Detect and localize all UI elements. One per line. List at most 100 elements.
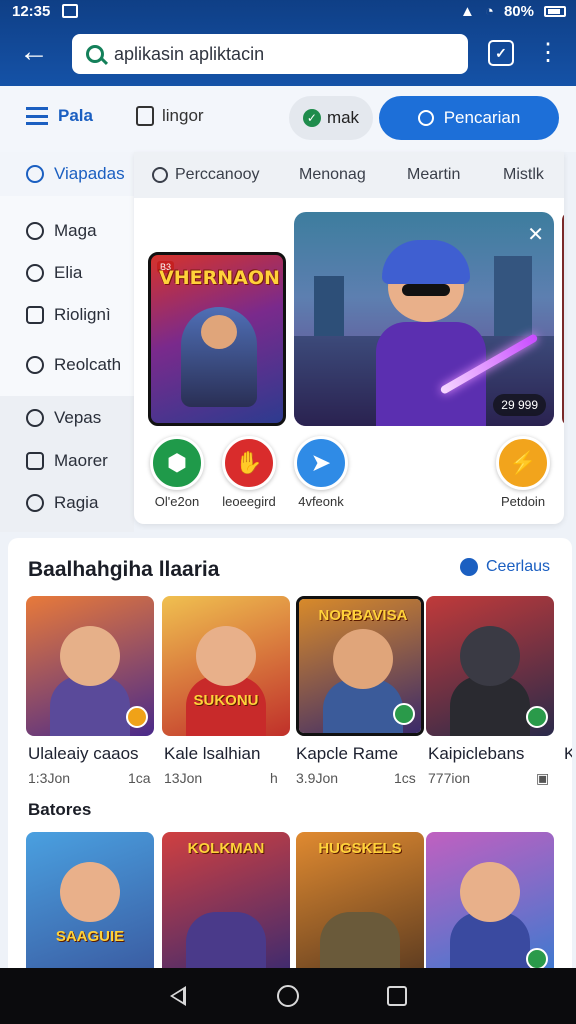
nav-back-icon[interactable]: [170, 986, 186, 1006]
back-arrow-icon[interactable]: ←: [18, 37, 50, 70]
gallery-icon: [62, 4, 78, 18]
calendar-icon: [26, 306, 44, 324]
game-logo: SAAGUIE: [55, 928, 125, 945]
game-title[interactable]: K: [564, 744, 572, 764]
game-logo: VHERNAON: [159, 267, 280, 289]
search-button[interactable]: Pencarian: [379, 96, 559, 140]
hero-face: [201, 315, 237, 349]
see-all-link[interactable]: Ceerlaus: [460, 558, 550, 576]
see-all-label: Ceerlaus: [486, 558, 551, 575]
pala-label: Pala: [58, 106, 93, 125]
game-meta: 1:3Jon: [28, 770, 71, 786]
search-icon: [417, 110, 434, 126]
calendar-check-icon[interactable]: ✓: [488, 40, 514, 66]
character-face-art: [60, 862, 120, 922]
list-icon: [26, 107, 48, 125]
character-face-art: [460, 862, 520, 922]
tab-meartin[interactable]: Meartin: [407, 166, 460, 184]
section-title: Baalhahgiha llaaria: [28, 558, 220, 581]
sunglasses-art: [402, 284, 450, 296]
game-card[interactable]: SAAGUIE: [26, 832, 154, 978]
sidebar-item-reolcath[interactable]: Reolcath: [26, 355, 121, 375]
pala-button[interactable]: Pala: [26, 106, 93, 126]
action-row: Pala lingor ✓ mak Pencarian: [0, 86, 576, 152]
game-card[interactable]: [26, 596, 154, 736]
game-meta: 777ion: [428, 770, 471, 786]
sidebar-item-viapadas[interactable]: Viapadas: [26, 164, 125, 184]
featured-panel: Perccanooy Menonag Meartin Mistlk B3 VHE…: [134, 152, 564, 524]
bolt-icon[interactable]: ⚡: [496, 436, 550, 490]
tag-icon: [152, 167, 168, 183]
quick-app-label: 4vfeonk: [298, 494, 344, 509]
people-icon: [26, 494, 44, 512]
game-card[interactable]: HUGSKELS: [296, 832, 424, 978]
game-meta: 3.9Jon: [296, 770, 339, 786]
tab-label: Perccanooy: [175, 166, 260, 183]
game-title[interactable]: Kale lsalhian: [164, 744, 298, 764]
send-icon[interactable]: ➤: [294, 436, 348, 490]
calendar-icon: ▣: [536, 770, 550, 786]
sidebar-item-label: Ragia: [54, 493, 99, 512]
sidebar-item-label: Maga: [54, 221, 97, 240]
next-banner-peek[interactable]: [562, 212, 564, 426]
tab-bar: Perccanooy Menonag Meartin Mistlk: [134, 152, 564, 198]
game-card[interactable]: SUKONU: [162, 596, 290, 736]
game-meta: 13Jon: [164, 770, 203, 786]
tab-label: Mistlk: [503, 166, 544, 183]
character-face-art: [460, 626, 520, 686]
game-meta: h: [270, 770, 278, 786]
puzzle-icon[interactable]: ⬢: [150, 436, 204, 490]
sub-section-title: Batores: [28, 800, 92, 819]
search-input[interactable]: [114, 43, 434, 65]
mak-chip[interactable]: ✓ mak: [289, 96, 373, 140]
system-nav-bar: [0, 968, 576, 1024]
nav-home-icon[interactable]: [277, 985, 299, 1007]
heart-icon: [26, 222, 44, 240]
featured-game-card[interactable]: B3 VHERNAON: [148, 252, 286, 426]
character-body-art: [186, 912, 266, 972]
game-card[interactable]: KOLKMAN: [162, 832, 290, 978]
sidebar-item-vepas[interactable]: Vepas: [26, 408, 101, 428]
character-body-art: [320, 912, 400, 972]
quick-app-label: Petdoin: [500, 494, 546, 509]
nav-recents-icon[interactable]: [387, 986, 407, 1006]
character-face-art: [60, 626, 120, 686]
app-bar: 12:35 ▲ ◔ 80% ← ✓ ⋮: [0, 0, 576, 86]
side-nav: Viapadas Maga Elia Riolignì Reolcath Vep…: [0, 152, 134, 532]
more-vert-icon[interactable]: ⋮: [536, 38, 560, 68]
tab-menonag[interactable]: Menonag: [299, 166, 366, 184]
badge-icon: [393, 703, 415, 725]
battery-icon: [544, 6, 566, 17]
sidebar-item-label: Vepas: [54, 408, 102, 427]
sidebar-item-riolignì[interactable]: Riolignì: [26, 305, 111, 325]
hand-icon[interactable]: ✋: [222, 436, 276, 490]
mak-label: mak: [326, 108, 360, 127]
game-title[interactable]: Kaipiclebans: [428, 744, 558, 764]
game-card[interactable]: [426, 832, 554, 978]
game-card[interactable]: NORBAVISA: [296, 596, 424, 736]
search-bar[interactable]: [72, 34, 468, 74]
character-face-art: [333, 629, 393, 689]
close-icon[interactable]: ✕: [527, 222, 544, 247]
sidebar-item-label: Elia: [54, 263, 83, 282]
status-right: ▲ ◔ 80%: [460, 3, 566, 20]
game-title[interactable]: Ulaleaiy caaos: [28, 744, 162, 764]
sidebar-item-elia[interactable]: Elia: [26, 263, 82, 283]
book-icon: [136, 106, 154, 126]
tab-perccanooy[interactable]: Perccanooy: [152, 166, 260, 184]
game-logo: KOLKMAN: [187, 840, 265, 857]
tab-label: Meartin: [407, 166, 461, 183]
sidebar-item-ragia[interactable]: Ragia: [26, 493, 98, 513]
game-card[interactable]: [426, 596, 554, 736]
sidebar-item-maga[interactable]: Maga: [26, 221, 97, 241]
game-meta: 1ca: [128, 770, 151, 786]
wifi-icon: ◔: [484, 3, 494, 20]
featured-banner[interactable]: ✕ 29 999: [294, 212, 554, 426]
game-logo: SUKONU: [193, 692, 259, 709]
search-icon: [26, 356, 44, 374]
sidebar-item-maorer[interactable]: Maorer: [26, 451, 108, 471]
tab-mistlk[interactable]: Mistlk: [503, 166, 544, 184]
lingor-button[interactable]: lingor: [136, 106, 204, 126]
game-title[interactable]: Kapcle Rame: [296, 744, 430, 764]
game-meta: 1cs: [394, 770, 416, 786]
